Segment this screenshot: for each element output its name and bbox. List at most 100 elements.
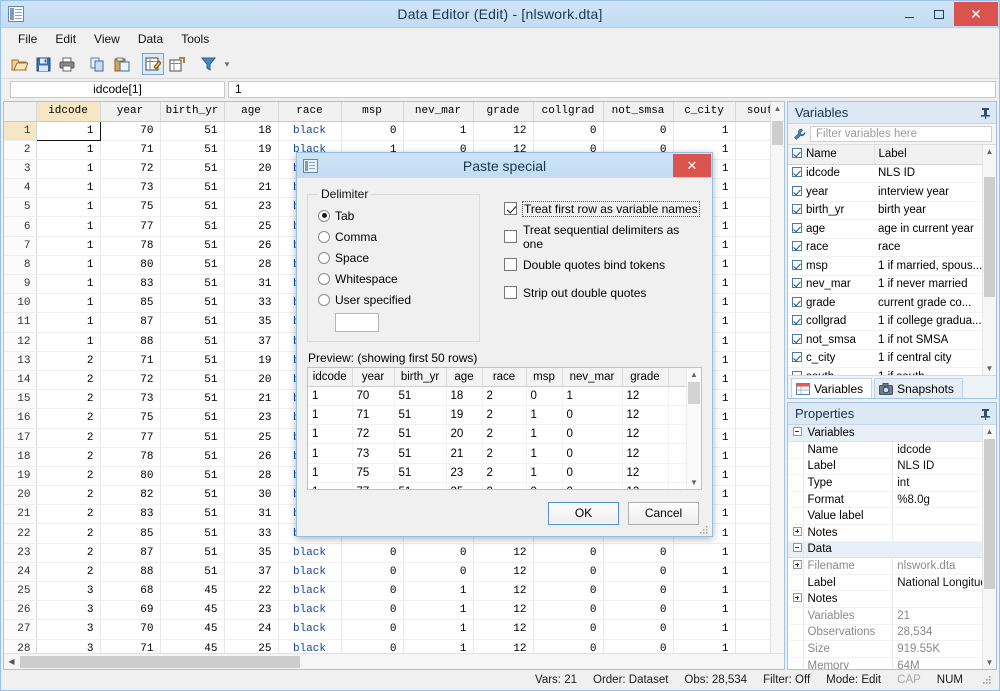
radio-delimiter-comma[interactable]: Comma: [318, 226, 469, 247]
cell-birth-yr[interactable]: 51: [160, 159, 224, 178]
copy-icon[interactable]: [87, 53, 109, 75]
cell-race[interactable]: black: [278, 121, 341, 140]
property-value[interactable]: 919.55K: [893, 641, 983, 658]
cell-age[interactable]: 30: [224, 486, 278, 505]
properties-scroll-down-icon[interactable]: ▼: [983, 656, 996, 669]
cell-idcode[interactable]: 1: [36, 198, 100, 217]
cancel-button[interactable]: Cancel: [628, 502, 699, 525]
properties-pin-icon[interactable]: [978, 407, 992, 421]
column-header-not-smsa[interactable]: not_smsa: [603, 102, 673, 121]
tab-snapshots[interactable]: Snapshots: [874, 378, 963, 398]
variables-scroll-thumb[interactable]: [984, 177, 995, 297]
cell-year[interactable]: 83: [100, 275, 160, 294]
cell-birth-yr[interactable]: 51: [160, 486, 224, 505]
radio-tab-indicator[interactable]: [318, 210, 330, 222]
cell-year[interactable]: 75: [100, 198, 160, 217]
row-number[interactable]: 15: [4, 390, 36, 409]
cell-idcode[interactable]: 2: [36, 466, 100, 485]
variable-name-cell[interactable]: south: [788, 368, 874, 376]
checkbox-sequential-delimiters[interactable]: Treat sequential delimiters as one: [504, 226, 702, 247]
cell-age[interactable]: 25: [224, 639, 278, 653]
row-number[interactable]: 25: [4, 582, 36, 601]
cell-birth-yr[interactable]: 51: [160, 217, 224, 236]
property-value[interactable]: National Longitud: [893, 574, 983, 591]
cell-collgrad[interactable]: 0: [533, 639, 603, 653]
menu-item-data[interactable]: Data: [129, 29, 172, 49]
variable-checkbox[interactable]: [792, 223, 802, 233]
cell-collgrad[interactable]: 0: [533, 121, 603, 140]
variable-name-cell[interactable]: msp: [788, 257, 874, 276]
cell-year[interactable]: 88: [100, 332, 160, 351]
preview-scroll-thumb[interactable]: [688, 382, 700, 404]
cell-age[interactable]: 33: [224, 524, 278, 543]
variable-list-item[interactable]: racerace: [788, 238, 983, 257]
radio-delimiter-whitespace[interactable]: Whitespace: [318, 268, 469, 289]
cell-age[interactable]: 20: [224, 370, 278, 389]
cell-age[interactable]: 23: [224, 409, 278, 428]
properties-row[interactable]: Memory64M: [788, 657, 983, 669]
properties-row[interactable]: Nameidcode: [788, 442, 983, 459]
cell-not-smsa[interactable]: 0: [603, 543, 673, 562]
column-header-birth-yr[interactable]: birth_yr: [160, 102, 224, 121]
row-number[interactable]: 11: [4, 313, 36, 332]
menu-item-tools[interactable]: Tools: [172, 29, 218, 49]
table-row[interactable]: 283714525black0112001: [4, 639, 784, 653]
tab-variables[interactable]: Variables: [791, 378, 872, 398]
checkbox-double-quotes-bind-indicator[interactable]: [504, 258, 517, 271]
cell-idcode[interactable]: 2: [36, 447, 100, 466]
cell-birth-yr[interactable]: 51: [160, 294, 224, 313]
cell-birth-yr[interactable]: 51: [160, 562, 224, 581]
table-row[interactable]: 232875135black0012001: [4, 543, 784, 562]
row-number[interactable]: 16: [4, 409, 36, 428]
cell-year[interactable]: 82: [100, 486, 160, 505]
cell-msp[interactable]: 0: [341, 543, 403, 562]
row-number[interactable]: 12: [4, 332, 36, 351]
cell-idcode[interactable]: 1: [36, 121, 100, 140]
cell-age[interactable]: 20: [224, 159, 278, 178]
cell-birth-yr[interactable]: 51: [160, 524, 224, 543]
variable-list-item[interactable]: birth_yrbirth year: [788, 201, 983, 220]
property-value[interactable]: [893, 508, 983, 525]
toolbar-overflow-caret[interactable]: ▾: [221, 53, 233, 75]
row-number[interactable]: 9: [4, 275, 36, 294]
cell-age[interactable]: 31: [224, 505, 278, 524]
row-expander-icon[interactable]: [788, 591, 803, 608]
cell-idcode[interactable]: 1: [36, 275, 100, 294]
radio-whitespace-indicator[interactable]: [318, 273, 330, 285]
variable-name-cell[interactable]: not_smsa: [788, 331, 874, 350]
cell-age[interactable]: 31: [224, 275, 278, 294]
property-value[interactable]: idcode: [893, 442, 983, 459]
cell-idcode[interactable]: 2: [36, 505, 100, 524]
cell-year[interactable]: 72: [100, 159, 160, 178]
variables-filter-input[interactable]: Filter variables here: [810, 126, 992, 142]
cell-msp[interactable]: 0: [341, 121, 403, 140]
cell-nev-mar[interactable]: 0: [403, 562, 473, 581]
cell-year[interactable]: 77: [100, 217, 160, 236]
group-expander-icon[interactable]: [788, 425, 803, 442]
cell-age[interactable]: 19: [224, 140, 278, 159]
grid-corner-header[interactable]: [4, 102, 36, 121]
cell-race[interactable]: black: [278, 620, 341, 639]
property-value[interactable]: 28,534: [893, 624, 983, 641]
properties-row[interactable]: LabelNLS ID: [788, 458, 983, 475]
cell-c-city[interactable]: 1: [673, 582, 735, 601]
cell-birth-yr[interactable]: 51: [160, 332, 224, 351]
cell-birth-yr[interactable]: 51: [160, 466, 224, 485]
paste-dialog-close-button[interactable]: ✕: [673, 154, 711, 177]
cell-year[interactable]: 71: [100, 639, 160, 653]
cell-idcode[interactable]: 2: [36, 428, 100, 447]
grid-horizontal-scroll-thumb[interactable]: [20, 656, 300, 668]
variable-name-cell[interactable]: grade: [788, 294, 874, 313]
select-all-variables-checkbox[interactable]: [792, 148, 802, 158]
cell-nev-mar[interactable]: 1: [403, 601, 473, 620]
menu-item-view[interactable]: View: [85, 29, 129, 49]
cell-birth-yr[interactable]: 45: [160, 601, 224, 620]
cell-birth-yr[interactable]: 51: [160, 198, 224, 217]
row-number[interactable]: 4: [4, 179, 36, 198]
row-number[interactable]: 19: [4, 466, 36, 485]
properties-row[interactable]: Size919.55K: [788, 641, 983, 658]
checkbox-double-quotes-bind[interactable]: Double quotes bind tokens: [504, 254, 702, 275]
checkbox-strip-double-quotes[interactable]: Strip out double quotes: [504, 282, 702, 303]
cell-age[interactable]: 19: [224, 351, 278, 370]
cell-idcode[interactable]: 2: [36, 370, 100, 389]
